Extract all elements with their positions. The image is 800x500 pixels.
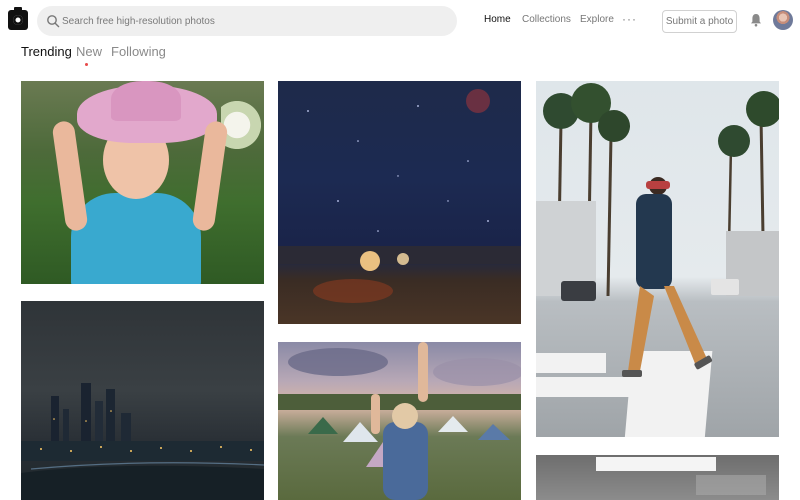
photo-arm-left xyxy=(51,120,89,232)
photo-girl-in-pink-hat[interactable] xyxy=(21,81,264,284)
nav-home[interactable]: Home xyxy=(484,14,511,25)
search-bar[interactable] xyxy=(37,6,457,36)
tab-following[interactable]: Following xyxy=(111,44,166,59)
photo-festival-shapes xyxy=(278,342,521,500)
more-dots-icon[interactable]: ··· xyxy=(622,12,637,26)
search-icon xyxy=(47,15,60,28)
photo-wall-stain xyxy=(596,457,716,471)
photo-palm-street xyxy=(536,83,779,437)
photo-wall-marks xyxy=(696,475,766,495)
search-input[interactable] xyxy=(62,6,442,36)
tab-new[interactable]: New xyxy=(76,44,102,59)
photo-city-skyline[interactable] xyxy=(21,301,264,500)
top-bar: Home Collections Explore ··· Submit a ph… xyxy=(0,0,800,42)
photo-starfield xyxy=(278,89,521,303)
photo-festival-crowd[interactable] xyxy=(278,342,521,500)
nav-collections[interactable]: Collections xyxy=(522,14,571,25)
photo-hat-crown xyxy=(111,81,181,121)
photo-graffiti-wall[interactable] xyxy=(536,455,779,500)
photo-man-crossing-street[interactable] xyxy=(536,81,779,437)
bell-icon[interactable] xyxy=(750,13,762,27)
photo-night-camp[interactable] xyxy=(278,81,521,324)
user-avatar[interactable] xyxy=(773,10,793,30)
nav-explore[interactable]: Explore xyxy=(580,14,614,25)
photo-dress xyxy=(71,193,201,284)
new-indicator-dot xyxy=(85,63,88,66)
photo-skyline-shapes xyxy=(21,383,264,500)
submit-photo-button[interactable]: Submit a photo xyxy=(662,10,737,33)
camera-logo-icon[interactable] xyxy=(8,7,28,30)
tab-trending[interactable]: Trending xyxy=(21,44,72,59)
